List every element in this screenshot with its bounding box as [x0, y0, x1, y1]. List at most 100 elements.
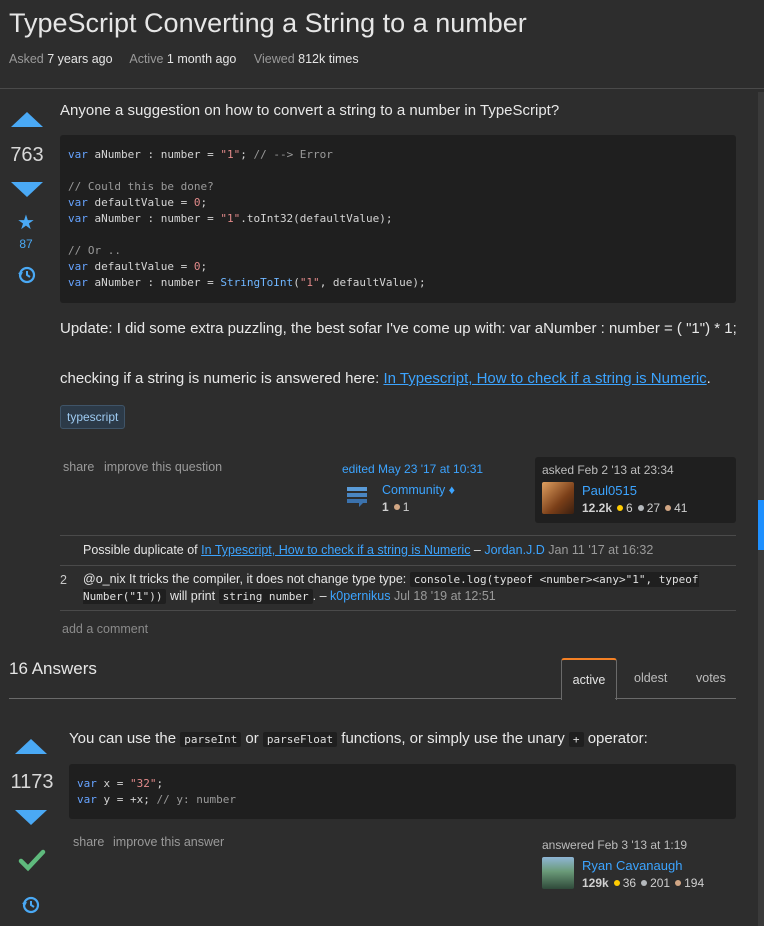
- answer-upvote-icon[interactable]: [15, 739, 47, 754]
- question-upvote-icon[interactable]: [11, 112, 43, 127]
- comment-2-part3: . –: [312, 589, 331, 603]
- tab-votes[interactable]: votes: [696, 671, 726, 685]
- answer-text-2: or: [241, 730, 263, 747]
- comment-2-part1: @o_nix It tricks the compiler, it does n…: [83, 572, 410, 586]
- gold-badge-icon: [617, 505, 624, 511]
- code-line-5: var aNumber : number = "1".toInt32(defau…: [68, 212, 393, 225]
- question-share-link[interactable]: share: [63, 460, 94, 474]
- answer-text-1: You can use the: [69, 730, 181, 747]
- question-history-icon[interactable]: [16, 264, 38, 292]
- asker-user-link[interactable]: Paul0515: [582, 483, 637, 498]
- question-improve-link[interactable]: improve this question: [104, 460, 222, 474]
- question-intro: Anyone a suggestion on how to convert a …: [60, 102, 560, 119]
- comment-1-prefix: Possible duplicate of: [83, 543, 202, 557]
- comment-1: Possible duplicate of In Typescript, How…: [83, 542, 733, 559]
- answers-count: 16 Answers: [9, 659, 97, 678]
- code-line-1: var aNumber : number = "1"; // --> Error: [68, 148, 333, 161]
- numeric-suffix: .: [706, 370, 711, 387]
- bronze-badge-icon: [393, 504, 400, 510]
- community-avatar[interactable]: [345, 484, 369, 508]
- answer-code-plus: +: [568, 732, 584, 747]
- comment-2-code2: string number: [218, 589, 313, 604]
- code-line-8: var defaultValue = 0;: [68, 260, 208, 273]
- comment-2-date: Jul 18 '19 at 12:51: [390, 589, 496, 603]
- answer-code-parsefloat: parseFloat: [262, 732, 338, 747]
- answered-time-label: answered Feb 3 '13 at 1:19: [542, 838, 688, 852]
- tab-oldest[interactable]: oldest: [634, 671, 667, 685]
- answers-header-divider-right: [615, 698, 736, 699]
- asked-time-label: asked Feb 2 '13 at 23:34: [542, 463, 674, 477]
- numeric-link[interactable]: In Typescript, How to check if a string …: [383, 370, 706, 387]
- paul0515-avatar[interactable]: [542, 482, 574, 514]
- silver-badge-icon: [637, 505, 644, 511]
- answerer-silver-count: 201: [650, 876, 671, 890]
- question-code-block: var aNumber : number = "1"; // --> Error…: [60, 135, 736, 303]
- community-rep-value: 1: [382, 500, 389, 514]
- comment-2-score: 2: [60, 573, 67, 587]
- question-meta: Asked 7 years ago Active 1 month ago Vie…: [9, 52, 373, 66]
- code-line-4: var defaultValue = 0;: [68, 196, 208, 209]
- answer-share-link[interactable]: share: [73, 835, 104, 849]
- answer-text-3: functions, or simply use the unary: [337, 730, 569, 747]
- comment-divider: [60, 565, 736, 566]
- header-divider: [0, 88, 764, 89]
- code-line-9: var aNumber : number = StringToInt("1", …: [68, 276, 426, 289]
- bronze-badge-icon: [675, 880, 682, 886]
- tag-typescript[interactable]: typescript: [60, 405, 126, 429]
- answer-intro: You can use the parseInt or parseFloat f…: [69, 729, 739, 750]
- comments-top-divider: [60, 535, 736, 536]
- answer-text-4: operator:: [583, 730, 648, 747]
- answer-score: 1173: [10, 771, 54, 793]
- viewed-label: Viewed: [253, 52, 295, 66]
- numeric-prefix: checking if a string is numeric is answe…: [60, 370, 384, 387]
- asked-label: Asked: [9, 52, 44, 66]
- answer-code-line-2: var y = +x; // y: number: [77, 793, 236, 806]
- favorite-count: 87: [19, 237, 33, 251]
- asker-rep-value: 12.2k: [582, 501, 613, 515]
- scrollbar-thumb[interactable]: [758, 500, 764, 550]
- tab-active-label: active: [572, 673, 606, 687]
- question-numeric-paragraph: checking if a string is numeric is answe…: [60, 369, 750, 389]
- asker-gold-count: 6: [626, 501, 633, 515]
- answer-code-line-1: var x = "32";: [77, 777, 164, 790]
- question-downvote-icon[interactable]: [11, 182, 43, 197]
- ryan-cavanaugh-avatar[interactable]: [542, 857, 574, 889]
- community-bronze-count: 1: [402, 500, 410, 514]
- comment-1-link[interactable]: In Typescript, How to check if a string …: [201, 543, 470, 557]
- answer-history-icon[interactable]: [20, 894, 42, 922]
- answerer-gold-count: 36: [622, 876, 637, 890]
- comment-1-date: Jan 11 '17 at 16:32: [544, 543, 654, 557]
- community-rep: 11: [382, 500, 409, 514]
- comment-1-author[interactable]: Jordan.J.D: [484, 543, 544, 557]
- asked-value: 7 years ago: [47, 52, 113, 66]
- bronze-badge-icon: [665, 505, 672, 511]
- question-update-text: Update: I did some extra puzzling, the b…: [60, 320, 737, 337]
- code-line-3: // Could this be done?: [68, 180, 214, 193]
- accepted-checkmark-icon: [18, 848, 46, 877]
- edited-label[interactable]: edited May 23 '17 at 10:31: [342, 462, 483, 476]
- code-line-7: // Or ..: [68, 244, 121, 257]
- comment-2-part2: will print: [166, 589, 219, 603]
- answerer-reputation: 129k 36 201 194: [582, 876, 704, 890]
- active-value[interactable]: 1 month ago: [167, 52, 237, 66]
- comment-1-dash: –: [470, 543, 485, 557]
- favorite-star-icon[interactable]: ★: [17, 210, 35, 235]
- answers-header-divider-left: [9, 698, 561, 699]
- answerer-rep-value: 129k: [582, 876, 609, 890]
- answer-downvote-icon[interactable]: [15, 810, 47, 825]
- asker-reputation: 12.2k 6 27 41: [582, 501, 687, 515]
- community-user-link[interactable]: Community ♦: [382, 483, 455, 497]
- asker-bronze-count: 41: [674, 501, 688, 515]
- tab-active[interactable]: active: [561, 658, 617, 700]
- comment-2-author[interactable]: k0pernikus: [330, 589, 390, 603]
- silver-badge-icon: [641, 880, 648, 886]
- question-title[interactable]: TypeScript Converting a String to a numb…: [9, 8, 527, 39]
- comments-bottom-divider: [60, 610, 736, 611]
- answerer-bronze-count: 194: [684, 876, 705, 890]
- answer-improve-link[interactable]: improve this answer: [113, 835, 224, 849]
- answerer-user-link[interactable]: Ryan Cavanaugh: [582, 858, 682, 873]
- viewed-value: 812k times: [298, 52, 359, 66]
- add-comment-link[interactable]: add a comment: [62, 622, 148, 636]
- question-score: 763: [10, 144, 44, 166]
- asker-silver-count: 27: [646, 501, 661, 515]
